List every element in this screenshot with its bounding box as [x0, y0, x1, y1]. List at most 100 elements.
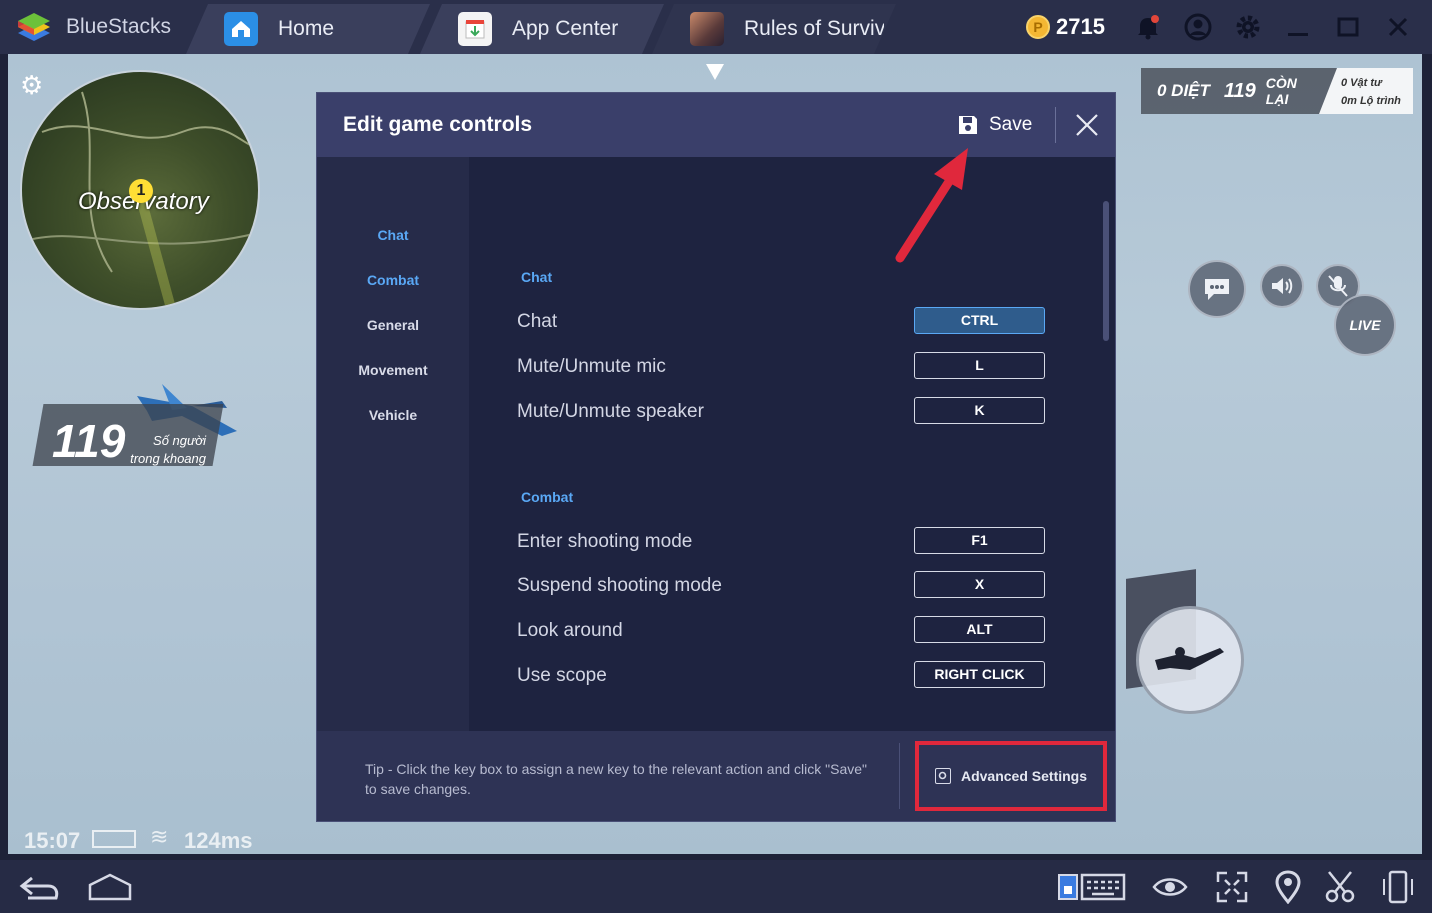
- close-window-button[interactable]: [1386, 0, 1410, 54]
- live-stream-button[interactable]: LIVE: [1334, 294, 1396, 356]
- view-button[interactable]: [1152, 870, 1188, 904]
- notifications-button[interactable]: [1134, 0, 1162, 54]
- fullscreen-button[interactable]: [1214, 870, 1250, 904]
- match-stats-panel: 0 DIỆT 119 CÒN LẠI 0 Vật tư 0m Lộ trình: [1141, 68, 1413, 114]
- battery-icon: [92, 830, 136, 848]
- maximize-icon: [1337, 17, 1359, 37]
- app-name: BlueStacks: [66, 15, 172, 38]
- dialog-title: Edit game controls: [343, 113, 533, 136]
- remaining-count: 119: [1223, 79, 1256, 102]
- sidebar-item-vehicle[interactable]: Vehicle: [317, 407, 469, 423]
- advanced-settings-label: Advanced Settings: [960, 768, 1088, 784]
- map-settings-icon[interactable]: ⚙: [20, 70, 52, 102]
- location-button[interactable]: [1270, 870, 1306, 904]
- remaining-label: CÒN LẠI: [1265, 75, 1297, 107]
- device-rotate-icon: [1383, 870, 1413, 904]
- category-sidebar: Chat Combat General Movement Vehicle: [317, 157, 469, 731]
- clock: 15:07: [24, 828, 81, 853]
- settings-button[interactable]: [1234, 0, 1262, 54]
- action-label: Mute/Unmute mic: [517, 356, 666, 377]
- close-dialog-button[interactable]: [1073, 111, 1101, 139]
- app-center-icon: [458, 12, 492, 46]
- location-pin-icon: [1275, 870, 1301, 904]
- tab-app-center[interactable]: App Center: [420, 4, 664, 54]
- dialog-header: Edit game controls Save: [317, 93, 1115, 157]
- players-label-line1: Số người: [153, 433, 206, 448]
- minimap[interactable]: Observatory 1: [20, 70, 260, 310]
- speaker-toggle-button[interactable]: [1260, 264, 1304, 308]
- tab-label: Home: [278, 17, 335, 40]
- keymapping-button[interactable]: [1058, 870, 1126, 904]
- live-badge: LIVE: [1349, 317, 1381, 333]
- tip-text: Tip - Click the key box to assign a new …: [365, 761, 867, 797]
- key-box-use-scope[interactable]: RIGHT CLICK: [914, 661, 1045, 688]
- sidebar-item-combat[interactable]: Combat: [317, 272, 469, 288]
- close-icon: [1388, 17, 1408, 37]
- coin-counter[interactable]: P 2715: [1026, 0, 1105, 54]
- tab-label: Rules of Surviva: [744, 17, 884, 40]
- action-label: Use scope: [517, 665, 607, 686]
- annotation-arrow-icon: [895, 148, 968, 263]
- action-label: Enter shooting mode: [517, 531, 693, 552]
- save-icon: [959, 116, 977, 134]
- skydive-button[interactable]: [1136, 606, 1244, 714]
- players-label: Số người trong khoang: [114, 432, 206, 468]
- section-title-combat: Combat: [521, 489, 574, 505]
- settings-square-icon: [934, 768, 951, 784]
- action-label: Look around: [517, 620, 623, 641]
- dialog-footer: Tip - Click the key box to assign a new …: [317, 731, 1115, 821]
- key-box-suspend-shooting[interactable]: X: [914, 571, 1045, 598]
- tab-home[interactable]: Home: [186, 4, 430, 54]
- account-button[interactable]: [1184, 0, 1212, 54]
- screenshot-button[interactable]: [1322, 870, 1358, 904]
- sidebar-item-chat[interactable]: Chat: [317, 227, 469, 243]
- wifi-icon: ≋: [150, 824, 169, 849]
- sidebar-item-movement[interactable]: Movement: [317, 362, 469, 378]
- app-logo: BlueStacks: [0, 0, 190, 54]
- mic-muted-icon: [1328, 275, 1348, 297]
- controls-list[interactable]: Chat Chat CTRL Mute/Unmute mic L Mute/Un…: [469, 157, 1115, 731]
- key-box-enter-shooting[interactable]: F1: [914, 527, 1045, 554]
- home-outline-icon: [88, 873, 132, 901]
- tab-label: App Center: [512, 17, 619, 40]
- gear-icon: [1236, 15, 1260, 39]
- section-title-chat: Chat: [521, 269, 553, 285]
- maximize-button[interactable]: [1336, 0, 1360, 54]
- game-thumbnail: [690, 12, 724, 46]
- supplies-panel: 0 Vật tư 0m Lộ trình: [1319, 68, 1413, 114]
- scrollbar[interactable]: [1103, 201, 1109, 341]
- tab-rules-of-survival[interactable]: Rules of Surviva: [652, 4, 896, 54]
- ping-readout: 124ms: [184, 828, 253, 853]
- coin-icon: P: [1026, 15, 1050, 39]
- key-box-chat[interactable]: CTRL: [914, 307, 1045, 334]
- key-box-mute-mic[interactable]: L: [914, 352, 1045, 379]
- minimize-icon: [1288, 33, 1308, 36]
- action-label: Mute/Unmute speaker: [517, 401, 704, 422]
- eye-icon: [1152, 878, 1188, 896]
- save-button[interactable]: Save: [957, 107, 1032, 143]
- compass-marker-icon: [706, 64, 724, 80]
- sidebar-item-general[interactable]: General: [317, 317, 469, 333]
- title-bar: BlueStacks Home App Center Rules of Surv…: [0, 0, 1432, 54]
- minimize-button[interactable]: [1286, 0, 1310, 54]
- footer-divider: [899, 743, 900, 809]
- key-box-look-around[interactable]: ALT: [914, 616, 1045, 643]
- chat-bubble-button[interactable]: [1188, 260, 1246, 318]
- skydiver-icon: [1155, 647, 1224, 670]
- action-label: Suspend shooting mode: [517, 575, 722, 596]
- route-distance: 0m Lộ trình: [1341, 95, 1401, 107]
- header-divider: [1055, 107, 1056, 143]
- coin-count: 2715: [1056, 14, 1105, 39]
- key-box-mute-speaker[interactable]: K: [914, 397, 1045, 424]
- home-button[interactable]: [88, 870, 132, 904]
- keyboard-icon: [1058, 873, 1126, 901]
- back-arrow-icon: [19, 876, 59, 900]
- rotate-button[interactable]: [1380, 870, 1416, 904]
- bell-icon: [1138, 15, 1159, 40]
- home-icon: [224, 12, 258, 46]
- players-label-line2: trong khoang: [130, 451, 206, 466]
- kills-count: 0 DIỆT: [1157, 81, 1210, 100]
- advanced-settings-button[interactable]: Advanced Settings: [915, 741, 1107, 811]
- team-marker: 1: [129, 179, 153, 203]
- back-button[interactable]: [18, 870, 62, 904]
